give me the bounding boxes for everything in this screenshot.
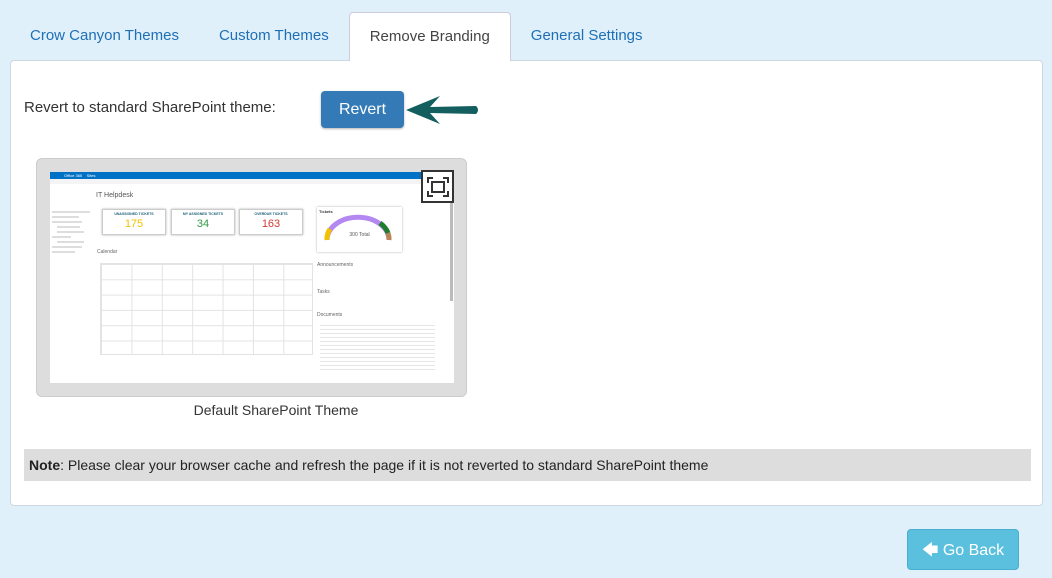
tab-general-settings[interactable]: General Settings — [511, 12, 663, 61]
revert-label: Revert to standard SharePoint theme: — [24, 99, 276, 116]
note-label: Note — [29, 457, 61, 473]
preview-tasks: Tasks — [317, 289, 330, 295]
tab-custom-themes[interactable]: Custom Themes — [199, 12, 349, 61]
preview-tile-unassigned: UNASSIGNED TICKETS 175 — [102, 209, 166, 235]
note-text: : Please clear your browser cache and re… — [60, 457, 709, 473]
preview-scrollbar — [450, 186, 453, 301]
tab-bar: Crow Canyon Themes Custom Themes Remove … — [10, 12, 663, 61]
preview-documents-list — [320, 322, 435, 372]
tab-crow-canyon-themes[interactable]: Crow Canyon Themes — [10, 12, 199, 61]
preview-app-name: Office 365 — [64, 173, 83, 178]
preview-announcements: Announcements — [317, 262, 354, 268]
remove-branding-panel: Revert to standard SharePoint theme: Rev… — [10, 60, 1043, 506]
preview-tickets-chart: Tickets 300 Total — [317, 207, 402, 252]
go-back-label: Go Back — [942, 542, 1005, 559]
expand-icon[interactable] — [421, 170, 454, 203]
preview-tile-overdue: OVERDUE TICKETS 163 — [239, 209, 303, 235]
preview-site-title: IT Helpdesk — [96, 192, 134, 199]
go-back-button[interactable]: 🡄 Go Back — [907, 529, 1019, 570]
preview-calendar-title: Calendar — [97, 249, 118, 255]
arrow-left-icon: 🡄 — [921, 542, 939, 559]
sharepoint-preview-image: Office 365 Sites IT Helpdesk UNASSIGNED … — [50, 172, 454, 383]
theme-thumbnail[interactable]: Office 365 Sites IT Helpdesk UNASSIGNED … — [36, 158, 467, 397]
revert-button[interactable]: Revert — [321, 91, 404, 128]
preview-left-nav — [52, 208, 90, 256]
cache-note: Note: Please clear your browser cache an… — [24, 449, 1031, 481]
arrow-left-icon — [406, 96, 478, 124]
preview-topbar: Office 365 Sites — [50, 172, 454, 179]
preview-tile-assigned: MY ASSIGNED TICKETS 34 — [171, 209, 235, 235]
preview-documents: Documents — [317, 312, 343, 318]
tab-remove-branding[interactable]: Remove Branding — [348, 12, 511, 61]
thumbnail-caption: Default SharePoint Theme — [193, 402, 359, 418]
preview-sites: Sites — [86, 173, 96, 178]
preview-calendar-grid — [100, 263, 313, 355]
